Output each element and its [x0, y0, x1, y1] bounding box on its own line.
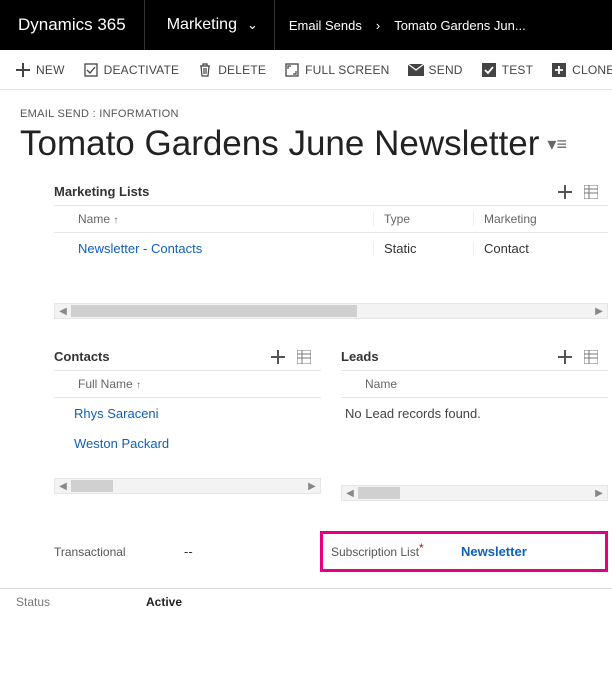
column-header-name[interactable]: Name [361, 377, 608, 391]
contact-link[interactable]: Weston Packard [74, 436, 169, 451]
subscription-list-value[interactable]: Newsletter [461, 544, 527, 559]
new-label: New [36, 63, 65, 77]
scroll-right-icon[interactable]: ▶ [304, 481, 320, 492]
add-record-icon[interactable] [271, 350, 285, 364]
transactional-label: Transactional [54, 545, 184, 559]
add-record-icon[interactable] [558, 185, 572, 199]
record-title-text: Tomato Gardens June Newsletter [20, 124, 539, 164]
breadcrumb-level2[interactable]: Tomato Gardens Jun... [380, 18, 540, 33]
table-row[interactable]: Rhys Saraceni [54, 398, 321, 428]
send-label: Send [429, 63, 463, 77]
test-label: Test [502, 63, 533, 77]
sort-asc-icon: ↑ [136, 380, 141, 391]
fullscreen-icon [284, 62, 300, 78]
sort-asc-icon: ↑ [113, 215, 118, 226]
scroll-track[interactable] [71, 304, 591, 318]
subscription-list-label: Subscription List* [331, 545, 461, 559]
deactivate-label: Deactivate [104, 63, 180, 77]
trash-icon [197, 62, 213, 78]
scroll-right-icon[interactable]: ▶ [591, 488, 607, 499]
scroll-left-icon[interactable]: ◀ [55, 481, 71, 492]
chevron-down-icon: ⌄ [247, 17, 258, 33]
global-nav: Dynamics 365 Marketing ⌄ Email Sends › T… [0, 0, 612, 50]
form-type-label: EMAIL SEND : INFORMATION [20, 108, 608, 120]
column-header-type[interactable]: Type [374, 212, 474, 226]
transactional-field: Transactional -- [54, 544, 320, 559]
horizontal-scrollbar[interactable]: ◀ ▶ [54, 478, 321, 494]
scroll-right-icon[interactable]: ▶ [591, 306, 607, 317]
form-body: EMAIL SEND : INFORMATION Tomato Gardens … [0, 90, 612, 572]
clone-button[interactable]: Clone [542, 62, 612, 78]
contact-link[interactable]: Rhys Saraceni [74, 406, 159, 421]
scroll-thumb[interactable] [358, 487, 400, 499]
status-value: Active [146, 595, 182, 609]
leads-header: Name [341, 370, 608, 398]
clone-label: Clone [572, 63, 612, 77]
envelope-icon [408, 62, 424, 78]
status-label: Status [16, 595, 146, 609]
delete-button[interactable]: Delete [188, 62, 275, 78]
table-row[interactable]: Weston Packard [54, 428, 321, 458]
list-type-value: Static [374, 241, 474, 256]
new-button[interactable]: New [6, 62, 74, 78]
marketing-lists-title: Marketing Lists [54, 184, 149, 199]
table-row[interactable]: Newsletter - Contacts Static Contact [54, 233, 608, 263]
scroll-left-icon[interactable]: ◀ [342, 488, 358, 499]
fullscreen-button[interactable]: Full Screen [275, 62, 398, 78]
transactional-value[interactable]: -- [184, 544, 193, 559]
record-title: Tomato Gardens June Newsletter ▾≡ [20, 124, 608, 164]
contacts-section: Contacts Full Name ↑ Rhys Saraceni Westo… [54, 349, 321, 501]
deactivate-icon [83, 62, 99, 78]
contacts-header: Full Name ↑ [54, 370, 321, 398]
test-button[interactable]: Test [472, 62, 542, 78]
field-row: Transactional -- Subscription List* News… [54, 531, 608, 572]
add-record-icon[interactable] [558, 350, 572, 364]
scroll-track[interactable] [71, 479, 304, 493]
scroll-left-icon[interactable]: ◀ [55, 306, 71, 317]
contacts-title: Contacts [54, 349, 110, 364]
area-label: Marketing [167, 16, 237, 34]
scroll-thumb[interactable] [71, 305, 357, 317]
horizontal-scrollbar[interactable]: ◀ ▶ [54, 303, 608, 319]
subscription-list-field: Subscription List* Newsletter [320, 531, 608, 572]
fullscreen-label: Full Screen [305, 63, 389, 77]
clone-icon [551, 62, 567, 78]
leads-section: Leads Name No Lead records found. ◀ ▶ [341, 349, 608, 501]
column-header-fullname[interactable]: Full Name ↑ [74, 377, 321, 391]
leads-title: Leads [341, 349, 379, 364]
marketing-lists-header: Name ↑ Type Marketing [54, 205, 608, 233]
status-bar: Status Active [0, 588, 612, 615]
area-selector[interactable]: Marketing ⌄ [145, 0, 275, 50]
check-icon [481, 62, 497, 78]
marketing-lists-section: Marketing Lists Name ↑ Type Marketing Ne… [54, 184, 608, 319]
scroll-thumb[interactable] [71, 480, 113, 492]
grid-view-icon[interactable] [297, 350, 311, 364]
send-button[interactable]: Send [399, 62, 472, 78]
horizontal-scrollbar[interactable]: ◀ ▶ [341, 485, 608, 501]
breadcrumb-level1[interactable]: Email Sends [275, 18, 376, 33]
grid-view-icon[interactable] [584, 350, 598, 364]
required-marker-icon: * [419, 541, 424, 555]
brand-label[interactable]: Dynamics 365 [0, 0, 145, 50]
command-bar: New Deactivate Delete Full Screen Send T… [0, 50, 612, 90]
column-header-name[interactable]: Name ↑ [74, 212, 374, 226]
column-header-marketing[interactable]: Marketing [474, 212, 608, 226]
form-selector-icon[interactable]: ▾≡ [547, 134, 567, 155]
leads-empty-text: No Lead records found. [341, 398, 608, 421]
plus-icon [15, 62, 31, 78]
grid-view-icon[interactable] [584, 185, 598, 199]
list-mkt-value: Contact [474, 241, 608, 256]
delete-label: Delete [218, 63, 266, 77]
list-name-link[interactable]: Newsletter - Contacts [74, 241, 374, 256]
scroll-track[interactable] [358, 486, 591, 500]
deactivate-button[interactable]: Deactivate [74, 62, 189, 78]
